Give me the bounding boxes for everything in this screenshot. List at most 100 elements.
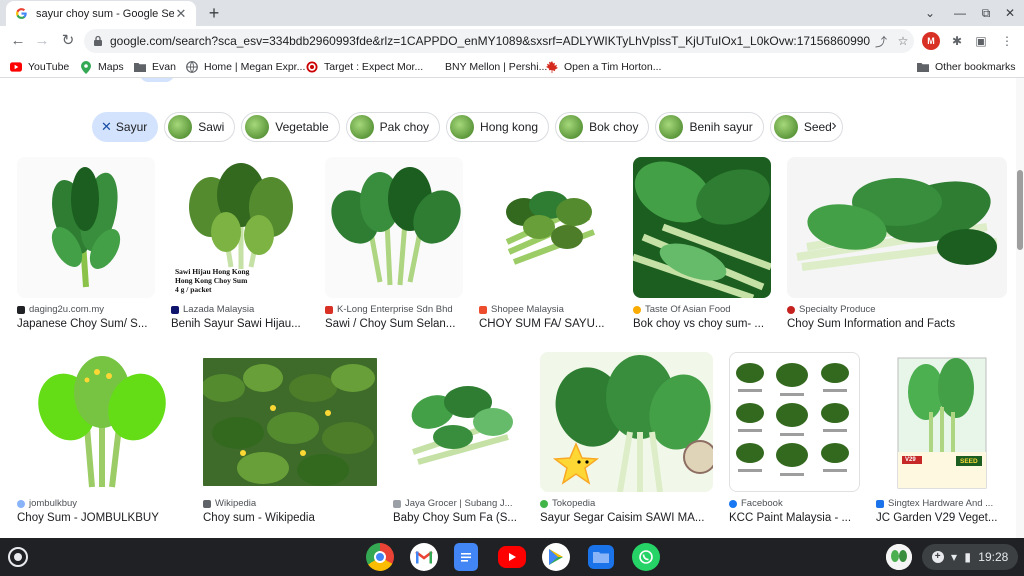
result-caption[interactable]: Baby Choy Sum Fa (S... — [393, 512, 524, 524]
extension-m-icon[interactable]: M — [922, 32, 940, 50]
chip-pak-choy[interactable]: Pak choy — [345, 112, 441, 142]
image-result[interactable]: Sawi Hijau Hong Kong Hong Kong Choy Sum … — [171, 157, 309, 330]
battery-icon: ▮ — [964, 550, 971, 564]
chip-sawi[interactable]: Sawi — [164, 112, 236, 142]
tab-close-icon[interactable]: ✕ — [174, 6, 188, 22]
image-result[interactable]: Facebook KCC Paint Malaysia - ... — [729, 352, 860, 524]
image-result[interactable]: Shopee Malaysia CHOY SUM FA/ SAYU... — [479, 157, 617, 330]
result-image[interactable]: Sawi Hijau Hong Kong Hong Kong Choy Sum … — [171, 157, 309, 298]
add-circle-icon[interactable]: + — [931, 551, 944, 563]
new-tab-button[interactable]: + — [204, 3, 224, 23]
account-avatar[interactable] — [886, 544, 912, 570]
result-caption[interactable]: Sayur Segar Caisim SAWI MA... — [540, 512, 713, 524]
minimize-icon[interactable]: — — [950, 4, 970, 22]
remove-filter-icon[interactable]: ✕ — [101, 119, 112, 135]
result-image[interactable] — [633, 157, 771, 298]
launcher-icon[interactable] — [8, 547, 28, 567]
result-image[interactable] — [325, 157, 463, 298]
bookmark-folder-evan[interactable]: Evan — [134, 59, 176, 75]
restore-icon[interactable]: ⧉ — [976, 4, 996, 22]
result-image[interactable] — [729, 352, 860, 492]
chrome-app-icon[interactable] — [366, 543, 394, 571]
system-tray[interactable]: + ▾ ▮ 19:28 — [922, 544, 1018, 570]
result-image[interactable] — [540, 352, 713, 492]
result-caption[interactable]: Choy sum - Wikipedia — [203, 512, 377, 524]
wifi-icon: ▾ — [950, 550, 958, 564]
folder-icon — [917, 61, 929, 73]
youtube-app-icon[interactable] — [498, 546, 526, 568]
url-text: google.com/search?sca_esv=334bdb2960993f… — [110, 34, 870, 48]
address-bar[interactable]: google.com/search?sca_esv=334bdb2960993f… — [84, 29, 914, 53]
image-result[interactable]: Tokopedia Sayur Segar Caisim SAWI MA... — [540, 352, 713, 524]
v29-badge: V29 — [905, 457, 916, 463]
blank-favicon-icon — [427, 61, 439, 73]
search-results-page: ✕ Sayur Sawi Vegetable Pak choy Hong kon… — [0, 78, 1016, 538]
result-caption[interactable]: Choy Sum - JOMBULKBUY — [17, 512, 187, 524]
result-caption[interactable]: Choy Sum Information and Facts — [787, 318, 1007, 330]
result-image[interactable] — [787, 157, 1007, 298]
gmail-app-icon[interactable] — [410, 543, 438, 571]
docs-app-icon[interactable] — [454, 543, 478, 571]
browser-tab[interactable]: sayur choy sum - Google Search ✕ — [6, 1, 196, 26]
image-result[interactable]: V29 SEED Singtex Hardware And ... JC Gar… — [876, 352, 1007, 524]
browser-toolbar: ← → ↻ google.com/search?sca_esv=334bdb29… — [0, 26, 1024, 56]
whatsapp-app-icon[interactable] — [632, 543, 660, 571]
bookmark-tim-hortons[interactable]: Open a Tim Horton... — [546, 59, 661, 75]
forward-icon[interactable]: → — [32, 31, 52, 51]
source-favicon-icon — [171, 305, 179, 314]
source-favicon-icon — [876, 499, 884, 508]
site-info-icon[interactable] — [92, 35, 104, 47]
result-image[interactable] — [393, 352, 524, 492]
tab-search-icon[interactable]: ⌄ — [920, 4, 940, 22]
chip-thumbnail — [450, 115, 475, 139]
chip-sayur[interactable]: ✕ Sayur — [92, 112, 159, 142]
bookmark-maps[interactable]: Maps — [80, 59, 124, 75]
result-caption[interactable]: Japanese Choy Sum/ S... — [17, 318, 155, 330]
scrollbar-thumb[interactable] — [1017, 170, 1023, 250]
page-scrollbar[interactable] — [1016, 78, 1024, 538]
bookmark-megan-express[interactable]: Home | Megan Expr... — [186, 59, 305, 75]
chip-benih-sayur[interactable]: Benih sayur — [655, 112, 764, 142]
result-caption[interactable]: CHOY SUM FA/ SAYU... — [479, 318, 617, 330]
source-favicon-icon — [787, 305, 795, 314]
image-result[interactable]: daging2u.com.my Japanese Choy Sum/ S... — [17, 157, 155, 330]
image-result[interactable]: K-Long Enterprise Sdn Bhd Sawi / Choy Su… — [325, 157, 463, 330]
result-image[interactable] — [17, 157, 155, 298]
clock-time: 19:28 — [978, 550, 1009, 564]
image-result[interactable]: Jaya Grocer | Subang J... Baby Choy Sum … — [393, 352, 524, 524]
image-result[interactable]: jombulkbuy Choy Sum - JOMBULKBUY — [17, 352, 187, 524]
result-caption[interactable]: JC Garden V29 Veget... — [876, 512, 1007, 524]
result-caption[interactable]: Sawi / Choy Sum Selan... — [325, 318, 463, 330]
chip-hong-kong[interactable]: Hong kong — [446, 112, 550, 142]
result-caption[interactable]: Benih Sayur Sawi Hijau... — [171, 318, 309, 330]
result-caption[interactable]: Bok choy vs choy sum- ... — [633, 318, 771, 330]
bookmark-other-bookmarks[interactable]: Other bookmarks — [917, 59, 1016, 75]
extensions-puzzle-icon[interactable]: ✱ — [948, 32, 966, 50]
image-result[interactable]: Taste Of Asian Food Bok choy vs choy sum… — [633, 157, 771, 330]
result-image[interactable]: V29 SEED — [876, 352, 1007, 492]
chip-bok-choy[interactable]: Bok choy — [555, 112, 650, 142]
result-image[interactable] — [479, 157, 617, 298]
share-icon[interactable]: ⤴ — [870, 33, 892, 50]
bookmark-target[interactable]: Target : Expect Mor... — [306, 59, 423, 75]
menu-more-icon[interactable]: ⋮ — [998, 32, 1016, 50]
reload-icon[interactable]: ↻ — [58, 31, 78, 51]
image-result[interactable]: Specialty Produce Choy Sum Information a… — [787, 157, 1007, 330]
bookmarks-bar: YouTube Maps Evan Home | Megan Expr... T… — [0, 56, 1024, 78]
files-app-icon[interactable] — [588, 545, 614, 569]
result-caption[interactable]: KCC Paint Malaysia - ... — [729, 512, 860, 524]
bookmark-bny-mellon[interactable]: BNY Mellon | Pershi... — [427, 59, 547, 75]
back-icon[interactable]: ← — [8, 31, 28, 51]
result-image[interactable] — [17, 352, 187, 492]
chip-vegetable[interactable]: Vegetable — [241, 112, 340, 142]
bookmark-youtube[interactable]: YouTube — [10, 59, 69, 75]
result-image[interactable] — [203, 352, 377, 492]
source-favicon-icon — [633, 305, 641, 314]
side-panel-icon[interactable]: ▣ — [972, 32, 990, 50]
image-result[interactable]: Wikipedia Choy sum - Wikipedia — [203, 352, 377, 524]
bookmark-star-icon[interactable]: ☆ — [892, 34, 914, 48]
close-window-icon[interactable]: ✕ — [1000, 4, 1020, 22]
chips-next-chevron-icon[interactable]: › — [824, 116, 844, 136]
play-store-app-icon[interactable] — [542, 543, 570, 571]
target-logo-icon — [306, 61, 318, 73]
